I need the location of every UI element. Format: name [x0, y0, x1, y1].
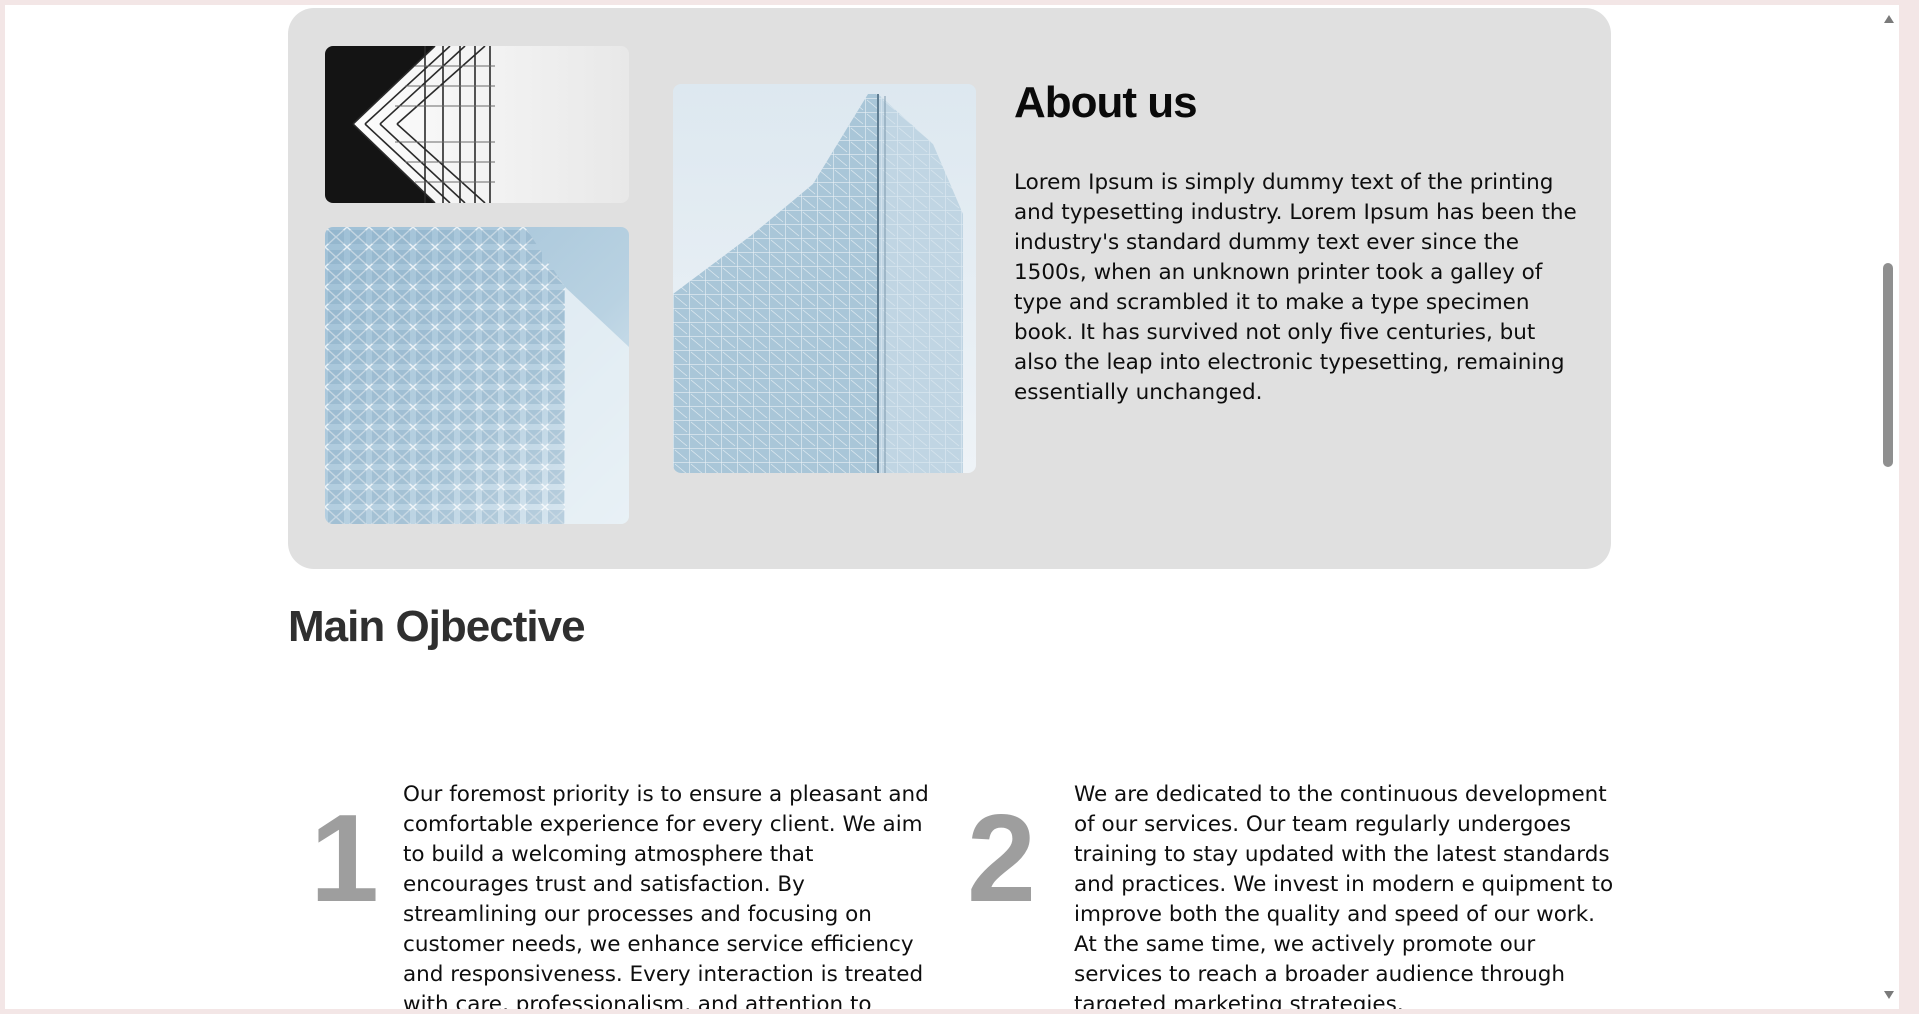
building-image-glass-tower [673, 84, 976, 473]
objective-text-1: Our foremost priority is to ensure a ple… [403, 782, 929, 1009]
scroll-up-arrow-icon[interactable] [1884, 15, 1894, 23]
about-section: About us Lorem Ipsum is simply dummy tex… [288, 8, 1611, 569]
objective-number-2: 2 [967, 790, 1036, 928]
objective-title: Main Ojbective [288, 602, 586, 651]
building-image-blue-facade [325, 227, 629, 524]
building-image-black-white [325, 46, 629, 203]
page-viewport: About us Lorem Ipsum is simply dummy tex… [5, 5, 1899, 1009]
objective-text-2: We are dedicated to the continuous devel… [1074, 782, 1614, 1009]
about-title: About us [1014, 78, 1198, 127]
about-description: Lorem Ipsum is simply dummy text of the … [1014, 170, 1577, 405]
scrollbar-thumb[interactable] [1883, 263, 1893, 467]
objective-number-1: 1 [310, 790, 379, 928]
scroll-down-arrow-icon[interactable] [1884, 991, 1894, 999]
vertical-scrollbar[interactable] [1879, 5, 1899, 1009]
